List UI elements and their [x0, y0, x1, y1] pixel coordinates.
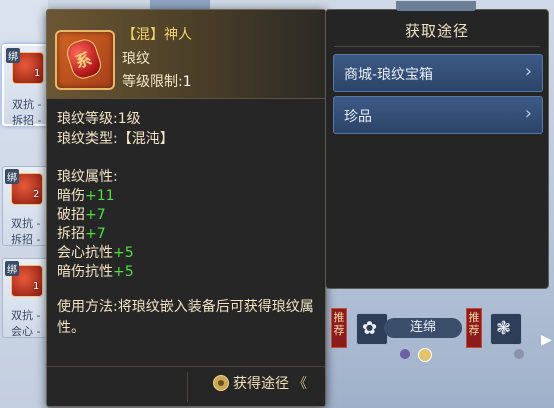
attr-row: 暗伤抗性+5 — [57, 263, 134, 283]
attr-name: 拆招 — [57, 226, 85, 242]
get-route-button[interactable]: 获得途径 《 — [213, 373, 307, 393]
slot-stat-line: 拆招 - — [11, 233, 41, 246]
slot-stat-line: 双抗 - — [11, 217, 41, 230]
attr-row: 拆招+7 — [57, 225, 106, 245]
acquisition-panel: 获取途径 商城-琅纹宝箱 › 珍品 › — [325, 1, 549, 289]
tooltip-vertical-divider — [187, 372, 188, 402]
attr-row: 破招+7 — [57, 206, 106, 226]
level-requirement-label: 等级限制: — [122, 74, 183, 90]
option-label: 珍品 — [344, 109, 372, 125]
acquisition-title: 获取途径 — [404, 22, 469, 40]
attr-value: +5 — [113, 245, 134, 261]
item-count: 2 — [33, 189, 40, 200]
acquisition-option-treasure[interactable]: 珍品 › — [333, 96, 543, 134]
get-route-label: 获得途径 — [233, 376, 289, 392]
recommend-badge: 推荐 — [331, 308, 347, 348]
attr-name: 会心抗性 — [57, 245, 113, 261]
flower-icon: ✿ — [362, 318, 378, 339]
next-arrow-icon[interactable]: ▶ — [541, 332, 552, 348]
attr-name: 暗伤抗性 — [57, 264, 113, 280]
attr-name: 暗伤 — [57, 188, 85, 204]
panel-top-tab — [396, 1, 476, 11]
attr-value: +7 — [85, 226, 106, 242]
tooltip-divider — [47, 366, 325, 367]
usage-text: 使用方法:将琅纹嵌入装备后可获得琅纹属性。 — [57, 299, 314, 336]
item-count: 1 — [33, 281, 40, 292]
tooltip-header: 系 【混】神人 琅纹 等级限制:1 — [47, 10, 325, 99]
page-dot-active[interactable] — [418, 348, 432, 362]
bound-badge: 绑 — [6, 48, 20, 63]
swirl-icon: ❃ — [496, 318, 512, 339]
page-dot[interactable] — [514, 349, 524, 359]
skill-slot[interactable]: ❃ — [490, 313, 522, 345]
chevron-right-icon: › — [524, 61, 532, 82]
option-label: 商城-琅纹宝箱 — [344, 67, 434, 83]
slot-stat-line: 会心 - — [11, 325, 41, 338]
item-count: 1 — [34, 68, 41, 79]
double-chevron-icon: 《 — [293, 376, 307, 392]
slot-stat-line: 双抗 - — [11, 309, 41, 322]
slot-stat-line: 双抗 - — [12, 98, 42, 111]
chevron-right-icon: › — [524, 103, 532, 124]
attr-name: 破招 — [57, 207, 85, 223]
level-requirement-value: 1 — [182, 74, 192, 90]
attr-value: +5 — [113, 264, 134, 280]
coin-icon — [213, 375, 229, 391]
attr-header: 琅纹属性: — [57, 169, 118, 185]
bound-badge: 绑 — [5, 261, 19, 276]
acquisition-divider — [334, 46, 540, 47]
item-icon: 系 — [55, 30, 115, 90]
item-tooltip: 系 【混】神人 琅纹 等级限制:1 琅纹等级:1级 琅纹类型:【混沌】 琅纹属性… — [46, 9, 326, 407]
recommend-badge: 推荐 — [466, 308, 482, 348]
bound-badge: 绑 — [5, 169, 19, 184]
attr-value: +7 — [85, 207, 106, 223]
type-line: 琅纹类型:【混沌】 — [57, 131, 174, 147]
slot-stat-line: 拆招 - — [12, 114, 42, 127]
level-line: 琅纹等级:1级 — [57, 111, 141, 127]
item-title: 【混】神人 — [122, 27, 192, 43]
attr-value: +11 — [85, 188, 115, 204]
acquisition-option-shop[interactable]: 商城-琅纹宝箱 › — [333, 54, 543, 92]
page-dot[interactable] — [400, 349, 410, 359]
attr-row: 暗伤+11 — [57, 187, 115, 207]
attr-row: 会心抗性+5 — [57, 244, 134, 264]
item-subtitle: 琅纹 — [122, 51, 150, 67]
level-requirement: 等级限制:1 — [122, 71, 192, 91]
skill-name: 连绵 — [384, 318, 462, 338]
